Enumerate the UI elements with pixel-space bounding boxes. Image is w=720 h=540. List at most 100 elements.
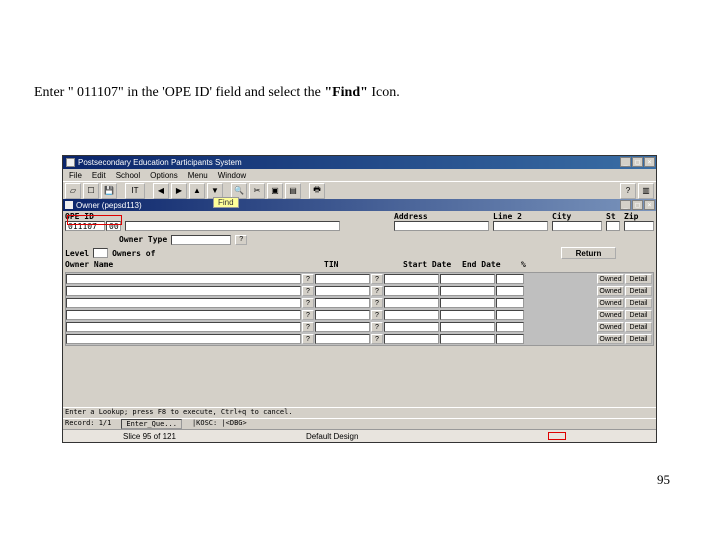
detail-button[interactable]: Detail: [625, 298, 652, 308]
owner-lookup-icon[interactable]: ?: [302, 322, 314, 332]
minimize-button[interactable]: _: [620, 157, 631, 167]
tb-prev-icon[interactable]: ◀: [153, 183, 169, 199]
city-input[interactable]: [552, 221, 602, 231]
tin-cell[interactable]: [315, 334, 370, 344]
owner-lookup-icon[interactable]: ?: [302, 274, 314, 284]
start-date-cell[interactable]: [384, 298, 439, 308]
owned-button[interactable]: Owned: [597, 322, 624, 332]
owner-name-cell[interactable]: [66, 334, 301, 344]
pct-cell[interactable]: [496, 274, 524, 284]
owner-lookup-icon[interactable]: ?: [302, 286, 314, 296]
tin-lookup-icon[interactable]: ?: [371, 274, 383, 284]
pct-cell[interactable]: [496, 286, 524, 296]
owner-lookup-icon[interactable]: ?: [302, 334, 314, 344]
tb-paste-icon[interactable]: ▤: [285, 183, 301, 199]
red-marker-icon: [548, 432, 566, 440]
zip-input[interactable]: [624, 221, 654, 231]
tb-new-icon[interactable]: ▱: [65, 183, 81, 199]
tb-save-icon[interactable]: 💾: [101, 183, 117, 199]
end-date-cell[interactable]: [440, 310, 495, 320]
tin-lookup-icon[interactable]: ?: [371, 322, 383, 332]
end-date-cell[interactable]: [440, 274, 495, 284]
tb-it-button[interactable]: IT: [125, 183, 145, 199]
app-title: Postsecondary Education Participants Sys…: [78, 158, 242, 167]
menu-school[interactable]: School: [112, 171, 144, 180]
tin-cell[interactable]: [315, 286, 370, 296]
end-date-cell[interactable]: [440, 322, 495, 332]
tb-open-icon[interactable]: ☐: [83, 183, 99, 199]
inner-close-button[interactable]: ×: [644, 200, 655, 210]
detail-button[interactable]: Detail: [625, 322, 652, 332]
owner-type-lookup-icon[interactable]: ?: [235, 235, 247, 245]
end-date-cell[interactable]: [440, 286, 495, 296]
maximize-button[interactable]: □: [632, 157, 643, 167]
start-date-cell[interactable]: [384, 322, 439, 332]
menu-options[interactable]: Options: [146, 171, 182, 180]
detail-button[interactable]: Detail: [625, 274, 652, 284]
owner-name-cell[interactable]: [66, 286, 301, 296]
start-date-cell[interactable]: [384, 286, 439, 296]
owner-name-cell[interactable]: [66, 310, 301, 320]
outer-titlebar: Postsecondary Education Participants Sys…: [63, 156, 656, 169]
owner-name-cell[interactable]: [66, 322, 301, 332]
tb-misc-icon[interactable]: ▥: [638, 183, 654, 199]
st-label: St: [606, 212, 620, 221]
name-input[interactable]: [125, 221, 340, 231]
owner-type-input[interactable]: [171, 235, 231, 245]
address-input[interactable]: [394, 221, 489, 231]
owner-lookup-icon[interactable]: ?: [302, 298, 314, 308]
owner-name-header: Owner Name: [65, 260, 300, 271]
line2-input[interactable]: [493, 221, 548, 231]
start-date-cell[interactable]: [384, 334, 439, 344]
page-number: 95: [657, 472, 670, 488]
tb-help-icon[interactable]: ?: [620, 183, 636, 199]
owned-button[interactable]: Owned: [597, 286, 624, 296]
menu-edit[interactable]: Edit: [88, 171, 110, 180]
owner-name-cell[interactable]: [66, 298, 301, 308]
design-text: Default Design: [306, 432, 358, 441]
menu-file[interactable]: File: [65, 171, 86, 180]
tb-print-icon[interactable]: 🖶: [309, 183, 325, 199]
menu-menu[interactable]: Menu: [184, 171, 212, 180]
detail-button[interactable]: Detail: [625, 310, 652, 320]
tin-lookup-icon[interactable]: ?: [371, 298, 383, 308]
return-button[interactable]: Return: [561, 247, 616, 259]
tb-copy-icon[interactable]: ▣: [267, 183, 283, 199]
owner-name-cell[interactable]: [66, 274, 301, 284]
tb-cut-icon[interactable]: ✂: [249, 183, 265, 199]
start-date-cell[interactable]: [384, 274, 439, 284]
start-date-cell[interactable]: [384, 310, 439, 320]
inner-max-button[interactable]: □: [632, 200, 643, 210]
inner-min-button[interactable]: _: [620, 200, 631, 210]
tin-lookup-icon[interactable]: ?: [371, 310, 383, 320]
owned-button[interactable]: Owned: [597, 298, 624, 308]
level-input[interactable]: [93, 248, 108, 258]
end-date-cell[interactable]: [440, 298, 495, 308]
detail-button[interactable]: Detail: [625, 334, 652, 344]
owner-type-label: Owner Type: [119, 235, 167, 244]
tb-up-icon[interactable]: ▲: [189, 183, 205, 199]
detail-button[interactable]: Detail: [625, 286, 652, 296]
pct-cell[interactable]: [496, 298, 524, 308]
table-row: ?? OwnedDetail: [66, 273, 653, 285]
end-date-cell[interactable]: [440, 334, 495, 344]
close-button[interactable]: ×: [644, 157, 655, 167]
pct-cell[interactable]: [496, 322, 524, 332]
st-input[interactable]: [606, 221, 620, 231]
tin-cell[interactable]: [315, 310, 370, 320]
tb-next-icon[interactable]: ▶: [171, 183, 187, 199]
table-row: ?? OwnedDetail: [66, 297, 653, 309]
owner-lookup-icon[interactable]: ?: [302, 310, 314, 320]
pct-cell[interactable]: [496, 334, 524, 344]
tin-cell[interactable]: [315, 322, 370, 332]
tin-cell[interactable]: [315, 274, 370, 284]
owned-button[interactable]: Owned: [597, 274, 624, 284]
owned-button[interactable]: Owned: [597, 310, 624, 320]
menu-window[interactable]: Window: [214, 171, 250, 180]
pct-cell[interactable]: [496, 310, 524, 320]
tin-lookup-icon[interactable]: ?: [371, 334, 383, 344]
tin-cell[interactable]: [315, 298, 370, 308]
tin-lookup-icon[interactable]: ?: [371, 286, 383, 296]
end-date-header: End Date: [462, 260, 517, 271]
owned-button[interactable]: Owned: [597, 334, 624, 344]
